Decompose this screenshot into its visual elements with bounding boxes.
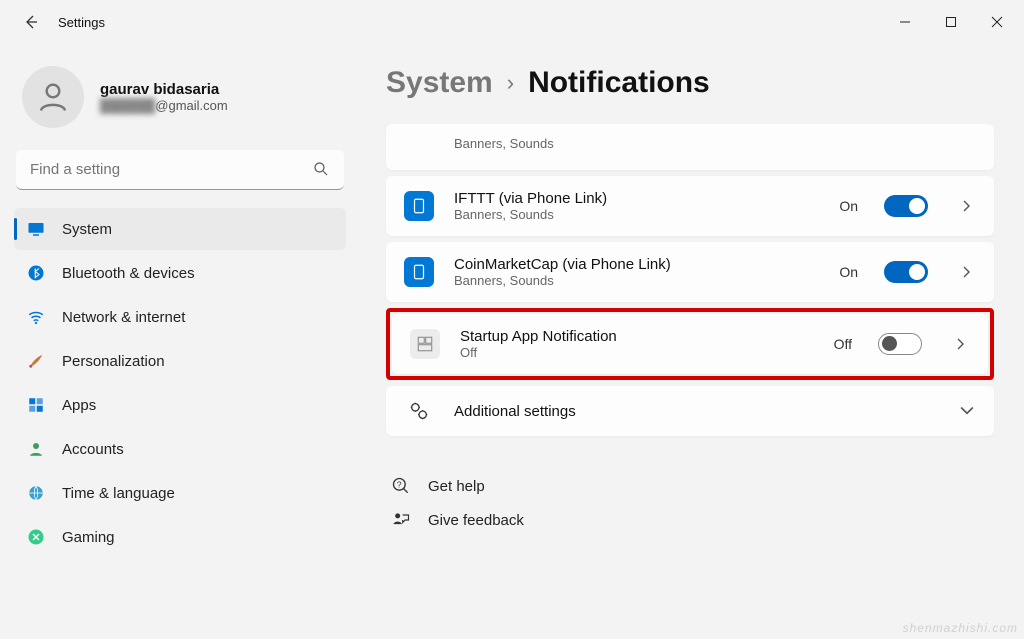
search-icon [312,160,330,183]
gaming-icon [26,527,46,547]
sidebar-item-network[interactable]: Network & internet [14,296,346,338]
toggle-state-label: Off [834,336,852,352]
sidebar-item-label: Bluetooth & devices [62,265,195,282]
app-icon [404,191,434,221]
notification-row-startup[interactable]: Startup App Notification Off Off [392,314,988,374]
toggle-switch[interactable] [884,195,928,217]
minimize-button[interactable] [882,6,928,38]
sidebar: gaurav bidasaria ██████@gmail.com System… [0,44,360,639]
svg-text:?: ? [397,480,402,490]
toggle-state-label: On [839,264,858,280]
notification-sub: Banners, Sounds [454,273,819,288]
toggle-switch[interactable] [878,333,922,355]
titlebar: Settings [0,0,1024,44]
notification-row[interactable]: Banners, Sounds [386,124,994,170]
sidebar-item-label: Network & internet [62,309,185,326]
avatar [22,66,84,128]
chevron-right-icon[interactable] [958,266,976,278]
sidebar-item-time[interactable]: Time & language [14,472,346,514]
get-help-link[interactable]: ? Get help [390,476,994,496]
get-help-label: Get help [428,478,485,495]
sidebar-item-label: Apps [62,397,96,414]
sidebar-item-label: System [62,221,112,238]
apps-icon [26,395,46,415]
sidebar-item-bluetooth[interactable]: Bluetooth & devices [14,252,346,294]
bluetooth-icon [26,263,46,283]
additional-settings-row[interactable]: Additional settings [386,386,994,436]
additional-settings-label: Additional settings [454,403,928,420]
profile-block[interactable]: gaurav bidasaria ██████@gmail.com [14,62,346,150]
chevron-right-icon[interactable] [958,200,976,212]
phone-link-icon [410,197,428,215]
notification-sub: Banners, Sounds [454,207,819,222]
brush-icon [26,351,46,371]
help-links: ? Get help Give feedback [386,476,994,530]
breadcrumb: System › Notifications [386,66,994,100]
sidebar-item-label: Time & language [62,485,175,502]
maximize-icon [945,16,957,28]
help-icon: ? [390,476,412,496]
sidebar-item-apps[interactable]: Apps [14,384,346,426]
app-icon [410,329,440,359]
notification-title: Startup App Notification [460,328,814,345]
maximize-button[interactable] [928,6,974,38]
main-panel: System › Notifications Banners, Sounds I… [360,44,1024,639]
sidebar-item-accounts[interactable]: Accounts [14,428,346,470]
startup-icon [416,335,434,353]
globe-icon [26,483,46,503]
sidebar-item-gaming[interactable]: Gaming [14,516,346,558]
chevron-right-icon: › [507,70,514,96]
sidebar-item-label: Accounts [62,441,124,458]
give-feedback-link[interactable]: Give feedback [390,510,994,530]
notification-sub: Banners, Sounds [454,136,976,151]
search-box [16,150,344,190]
gear-icon [404,400,434,422]
close-button[interactable] [974,6,1020,38]
chevron-right-icon[interactable] [952,338,970,350]
notification-title: IFTTT (via Phone Link) [454,190,819,207]
profile-name: gaurav bidasaria [100,81,228,98]
notification-title: CoinMarketCap (via Phone Link) [454,256,819,273]
phone-link-icon [410,263,428,281]
highlight-annotation: Startup App Notification Off Off [386,308,994,380]
toggle-switch[interactable] [884,261,928,283]
account-icon [26,439,46,459]
person-icon [35,79,71,115]
sidebar-item-label: Personalization [62,353,165,370]
breadcrumb-parent[interactable]: System [386,66,493,100]
notification-list: Banners, Sounds IFTTT (via Phone Link) B… [386,124,994,436]
watermark: shenmazhishi.com [903,621,1018,635]
minimize-icon [899,16,911,28]
page-title: Notifications [528,66,710,100]
sidebar-item-label: Gaming [62,529,115,546]
sidebar-item-system[interactable]: System [14,208,346,250]
close-icon [991,16,1003,28]
notification-row[interactable]: CoinMarketCap (via Phone Link) Banners, … [386,242,994,302]
app-icon [404,257,434,287]
wifi-icon [26,307,46,327]
notification-row[interactable]: IFTTT (via Phone Link) Banners, Sounds O… [386,176,994,236]
give-feedback-label: Give feedback [428,512,524,529]
sidebar-item-personalization[interactable]: Personalization [14,340,346,382]
notification-sub: Off [460,345,814,360]
back-button[interactable] [22,13,40,31]
search-input[interactable] [16,150,344,190]
toggle-state-label: On [839,198,858,214]
chevron-down-icon[interactable] [958,404,976,418]
arrow-left-icon [23,14,39,30]
profile-email: ██████@gmail.com [100,98,228,113]
window-title: Settings [58,15,105,30]
feedback-icon [390,510,412,530]
nav-list: System Bluetooth & devices Network & int… [14,208,346,558]
display-icon [26,219,46,239]
